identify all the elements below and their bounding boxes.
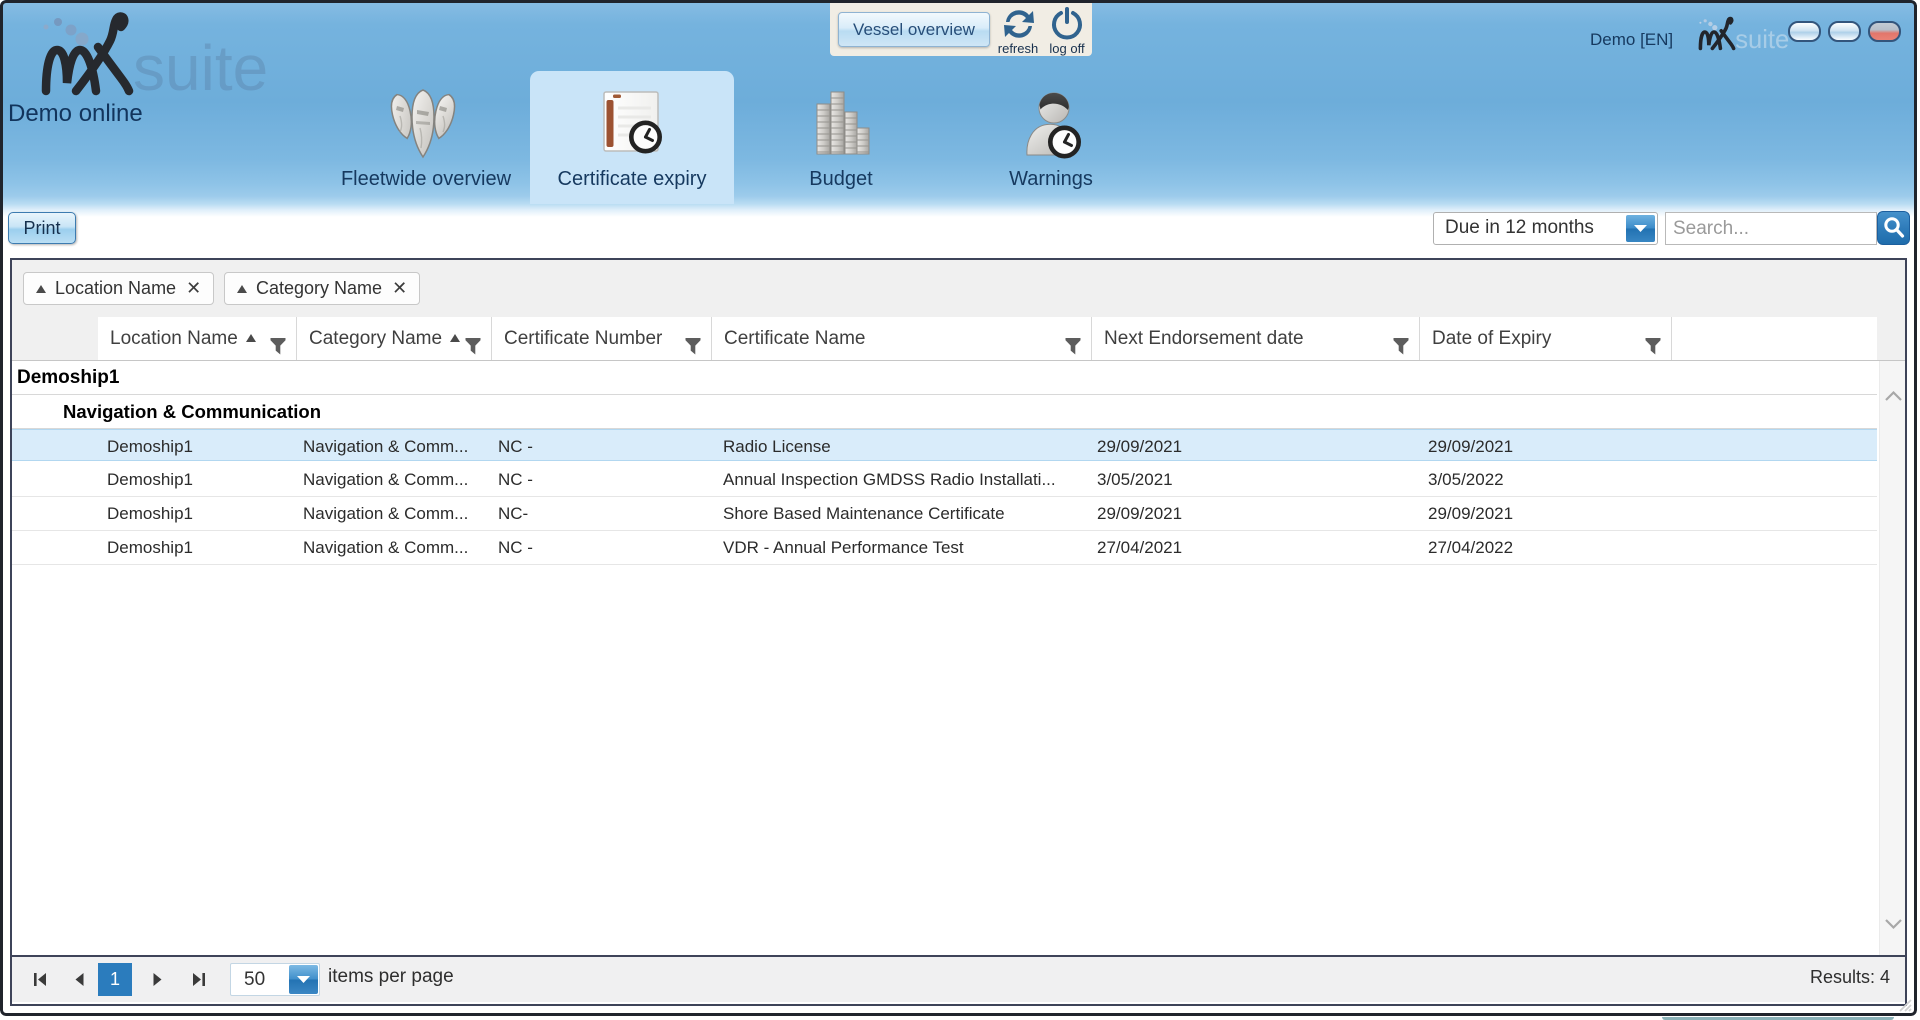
svg-text:suite: suite	[133, 32, 268, 100]
svg-text:suite: suite	[1735, 26, 1789, 54]
